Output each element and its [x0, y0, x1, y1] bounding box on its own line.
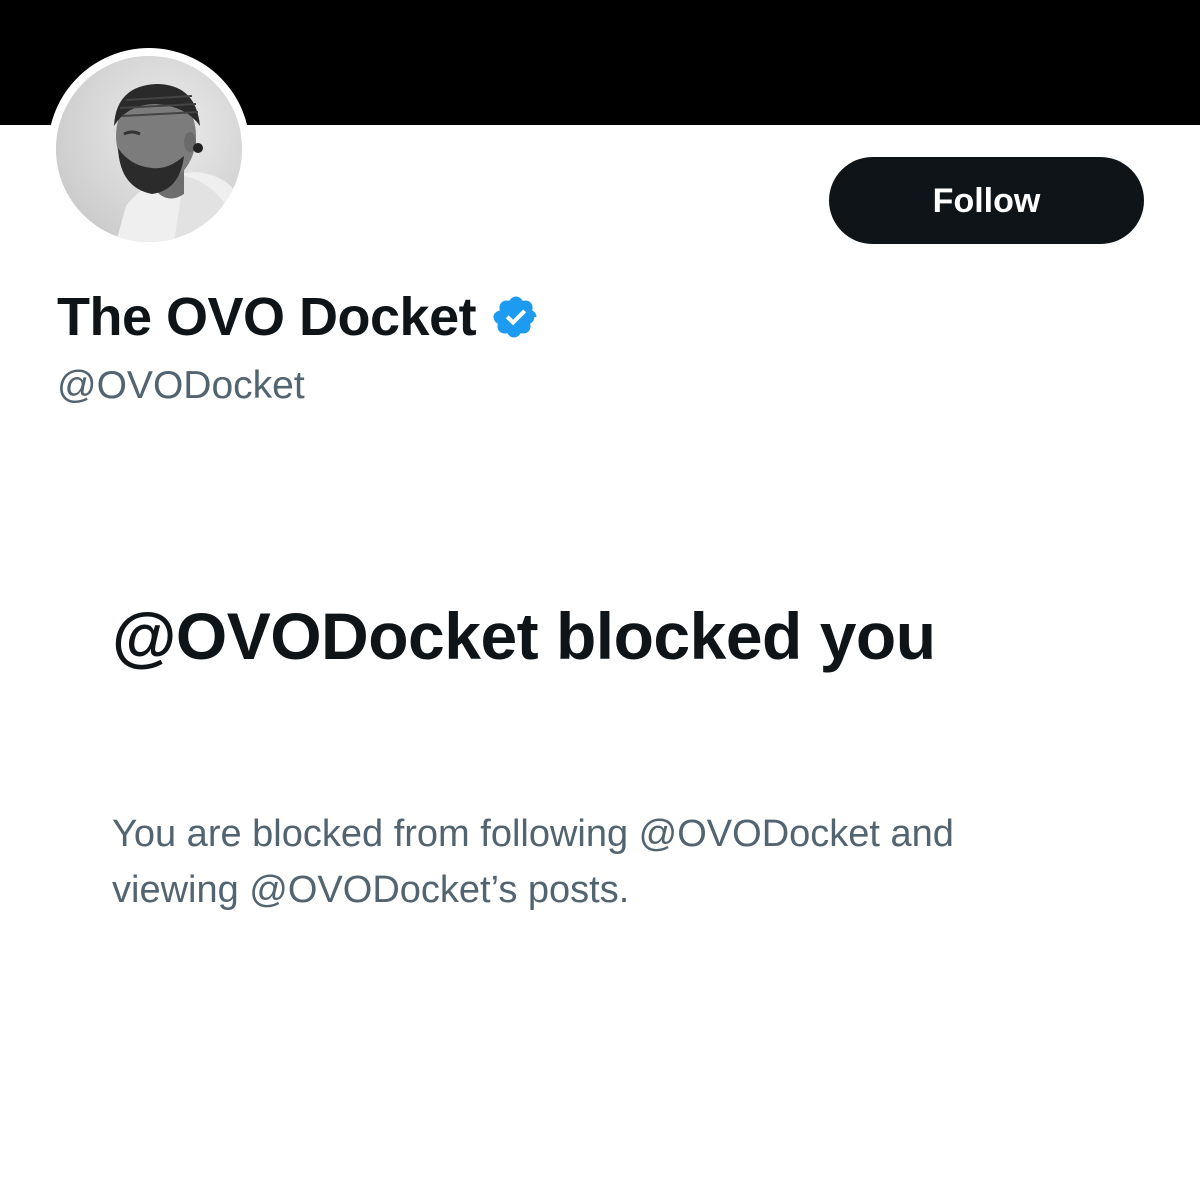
- profile-handle: @OVODocket: [57, 364, 305, 407]
- avatar-ring: [48, 48, 250, 250]
- avatar-photo: [56, 56, 242, 242]
- blocked-title: @OVODocket blocked you: [112, 599, 936, 673]
- verified-badge-icon[interactable]: [492, 293, 540, 341]
- blocked-description: You are blocked from following @OVODocke…: [112, 813, 954, 911]
- follow-button[interactable]: Follow: [829, 157, 1144, 244]
- profile-name-row: The OVO Docket: [57, 282, 540, 352]
- avatar[interactable]: [56, 56, 242, 242]
- profile-display-name: The OVO Docket: [57, 287, 477, 347]
